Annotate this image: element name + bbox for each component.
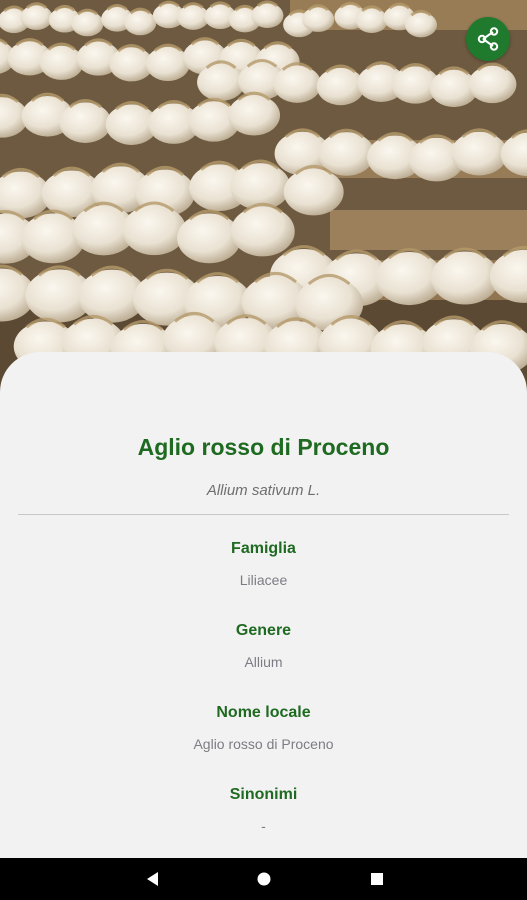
field-value: - — [261, 818, 266, 834]
field-nome-locale: Nome locale Aglio rosso di Proceno — [0, 704, 527, 752]
share-button[interactable] — [466, 17, 510, 61]
share-icon — [477, 27, 499, 51]
back-icon[interactable] — [144, 870, 160, 888]
garlic-photo — [0, 0, 527, 400]
recents-icon[interactable] — [369, 870, 385, 888]
divider — [18, 514, 509, 515]
page-title: Aglio rosso di Proceno — [137, 434, 390, 460]
field-value: Aglio rosso di Proceno — [193, 736, 334, 752]
field-label: Sinonimi — [229, 786, 298, 803]
field-sinonimi: Sinonimi - — [0, 786, 527, 834]
home-icon[interactable] — [256, 870, 272, 888]
field-label: Famiglia — [231, 540, 296, 557]
field-value: Liliacee — [239, 572, 288, 588]
field-label: Nome locale — [216, 704, 311, 721]
field-famiglia: Famiglia Liliacee — [0, 540, 527, 588]
system-navbar — [0, 858, 527, 900]
hero-photo — [0, 0, 527, 400]
field-label: Genere — [235, 622, 292, 639]
field-value: Allium — [244, 654, 283, 670]
field-genere: Genere Allium — [0, 622, 527, 670]
detail-card: Aglio rosso di Proceno Allium sativum L.… — [0, 352, 527, 862]
scientific-name: Allium sativum L. — [206, 482, 321, 499]
